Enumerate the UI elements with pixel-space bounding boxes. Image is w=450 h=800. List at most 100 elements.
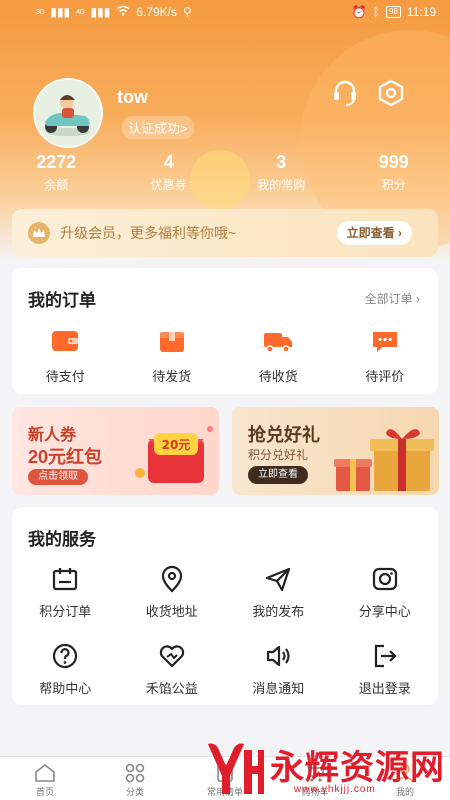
tab-category[interactable]: 分类 xyxy=(90,757,180,800)
stat-coupons[interactable]: 4 优惠券 xyxy=(113,152,226,196)
service-notifications[interactable]: 消息通知 xyxy=(225,642,332,697)
help-icon xyxy=(51,642,79,670)
alarm-icon: ⏰ xyxy=(351,5,367,19)
service-label: 我的发布 xyxy=(252,604,305,619)
home-icon xyxy=(34,763,56,783)
network-speed: 6.79K/s xyxy=(136,5,178,19)
points-redeem-banner[interactable]: 抢兑好礼 积分兑好礼 立即查看 xyxy=(232,407,439,495)
calendar-icon xyxy=(51,565,79,593)
order-pending-review[interactable]: 待评价 xyxy=(332,324,439,385)
stat-value: 3 xyxy=(276,152,287,172)
stat-label: 我的常购 xyxy=(257,178,306,192)
comment-icon xyxy=(370,328,400,354)
wallet-icon xyxy=(50,328,80,354)
camera-icon xyxy=(371,565,399,593)
vip-banner[interactable]: 升级会员，更多福利等你哦~ 立即查看 › xyxy=(12,209,438,257)
services-grid: 积分订单 收货地址 我的发布 分享中心 帮助中心 禾馅公益 消息通知 退出登录 xyxy=(12,565,438,697)
signal-icon: ▮▮▮ xyxy=(50,5,71,19)
services-card: 我的服务 积分订单 收货地址 我的发布 分享中心 帮助中心 禾馅公益 消息通知 … xyxy=(12,507,438,705)
stat-points[interactable]: 999 积分 xyxy=(338,152,450,196)
service-label: 禾馅公益 xyxy=(145,681,198,696)
tab-cart[interactable]: 购物车 xyxy=(270,757,360,800)
tab-label: 常用清单 xyxy=(206,787,243,797)
stat-label: 余额 xyxy=(44,178,69,192)
service-charity[interactable]: 禾馅公益 xyxy=(119,642,226,697)
services-title: 我的服务 xyxy=(28,530,96,549)
service-label: 收货地址 xyxy=(145,604,198,619)
coupon-badge: 20元 xyxy=(162,438,191,452)
service-label: 帮助中心 xyxy=(39,681,92,696)
order-pending-receipt[interactable]: 待收货 xyxy=(225,324,332,385)
stat-value: 999 xyxy=(378,152,409,172)
bottom-tab-bar: 首页 分类 常用清单 购物车 我的 xyxy=(0,756,450,800)
package-icon xyxy=(157,328,187,354)
order-pending-payment[interactable]: 待支付 xyxy=(12,324,119,385)
tab-label: 分类 xyxy=(125,787,144,797)
gift-box-icon xyxy=(334,429,434,491)
signal-label-2: 4G xyxy=(76,8,85,16)
order-label: 待评价 xyxy=(365,369,405,384)
stat-value: 2272 xyxy=(36,152,77,172)
service-share-center[interactable]: 分享中心 xyxy=(332,565,439,620)
service-label: 积分订单 xyxy=(39,604,92,619)
send-icon xyxy=(264,565,292,593)
status-bar: 3G ▮▮▮ 4G ▮▮▮ 6.79K/s ⚲ ⏰ ᛒ 98 11:19 xyxy=(0,0,450,26)
avatar[interactable] xyxy=(33,78,103,148)
usb-icon: ⚲ xyxy=(183,5,192,19)
heart-icon xyxy=(158,642,186,670)
view-gifts-button[interactable]: 立即查看 xyxy=(248,466,308,484)
service-address[interactable]: 收货地址 xyxy=(119,565,226,620)
service-label: 消息通知 xyxy=(252,681,305,696)
stat-value: 4 xyxy=(163,152,174,172)
logout-icon xyxy=(371,642,399,670)
tab-frequent-list[interactable]: 常用清单 xyxy=(180,757,270,800)
order-status-row: 待支付 待发货 待收货 待评价 xyxy=(12,324,438,385)
stat-balance[interactable]: 2272 余额 xyxy=(0,152,113,196)
service-points-orders[interactable]: 积分订单 xyxy=(12,565,119,620)
service-my-posts[interactable]: 我的发布 xyxy=(225,565,332,620)
username: tow xyxy=(117,87,148,107)
service-label: 退出登录 xyxy=(358,681,411,696)
tab-label: 购物车 xyxy=(301,787,329,797)
headset-icon[interactable] xyxy=(330,78,360,108)
service-logout[interactable]: 退出登录 xyxy=(332,642,439,697)
cart-icon xyxy=(304,763,326,783)
truck-icon xyxy=(263,328,293,354)
tab-label: 首页 xyxy=(35,787,54,797)
promo-subtitle: 20元红包 xyxy=(28,447,103,467)
category-icon xyxy=(124,763,146,783)
wifi-icon xyxy=(116,5,130,19)
verify-badge[interactable]: 认证成功> xyxy=(122,116,194,139)
speaker-icon xyxy=(264,642,292,670)
tab-mine[interactable]: 我的 xyxy=(360,757,450,800)
promo-title: 新人券 xyxy=(28,427,77,444)
stat-label: 积分 xyxy=(381,178,406,192)
stat-frequent[interactable]: 3 我的常购 xyxy=(225,152,338,196)
battery-level: 98 xyxy=(385,6,401,18)
list-icon xyxy=(214,763,236,783)
order-label: 待收货 xyxy=(258,369,298,384)
claim-coupon-button[interactable]: 点击领取 xyxy=(28,469,88,485)
order-label: 待发货 xyxy=(152,369,192,384)
settings-icon[interactable] xyxy=(376,78,406,108)
order-pending-shipment[interactable]: 待发货 xyxy=(119,324,226,385)
user-icon xyxy=(394,763,416,783)
stats-row: 2272 余额 4 优惠券 3 我的常购 999 积分 xyxy=(0,152,450,196)
signal-label-1: 3G xyxy=(36,8,45,16)
red-envelope-icon: 20元 xyxy=(135,426,213,483)
service-label: 分享中心 xyxy=(358,604,411,619)
crown-icon xyxy=(28,222,50,244)
bluetooth-icon: ᛒ xyxy=(372,5,380,19)
promo-title: 抢兑好礼 xyxy=(248,425,320,445)
service-help-center[interactable]: 帮助中心 xyxy=(12,642,119,697)
location-icon xyxy=(158,565,186,593)
orders-card: 我的订单 全部订单 › 待支付 待发货 待收货 待评价 xyxy=(12,268,438,394)
vip-text: 升级会员，更多福利等你哦~ xyxy=(60,225,237,241)
vip-view-button[interactable]: 立即查看 › xyxy=(336,221,412,245)
all-orders-link[interactable]: 全部订单 › xyxy=(365,290,420,307)
orders-title: 我的订单 xyxy=(28,291,96,310)
tab-home[interactable]: 首页 xyxy=(0,757,90,800)
new-user-coupon-banner[interactable]: 新人券 20元红包 点击领取 20元 xyxy=(12,407,219,495)
promo-subtitle: 积分兑好礼 xyxy=(248,448,309,462)
order-label: 待支付 xyxy=(45,369,85,384)
